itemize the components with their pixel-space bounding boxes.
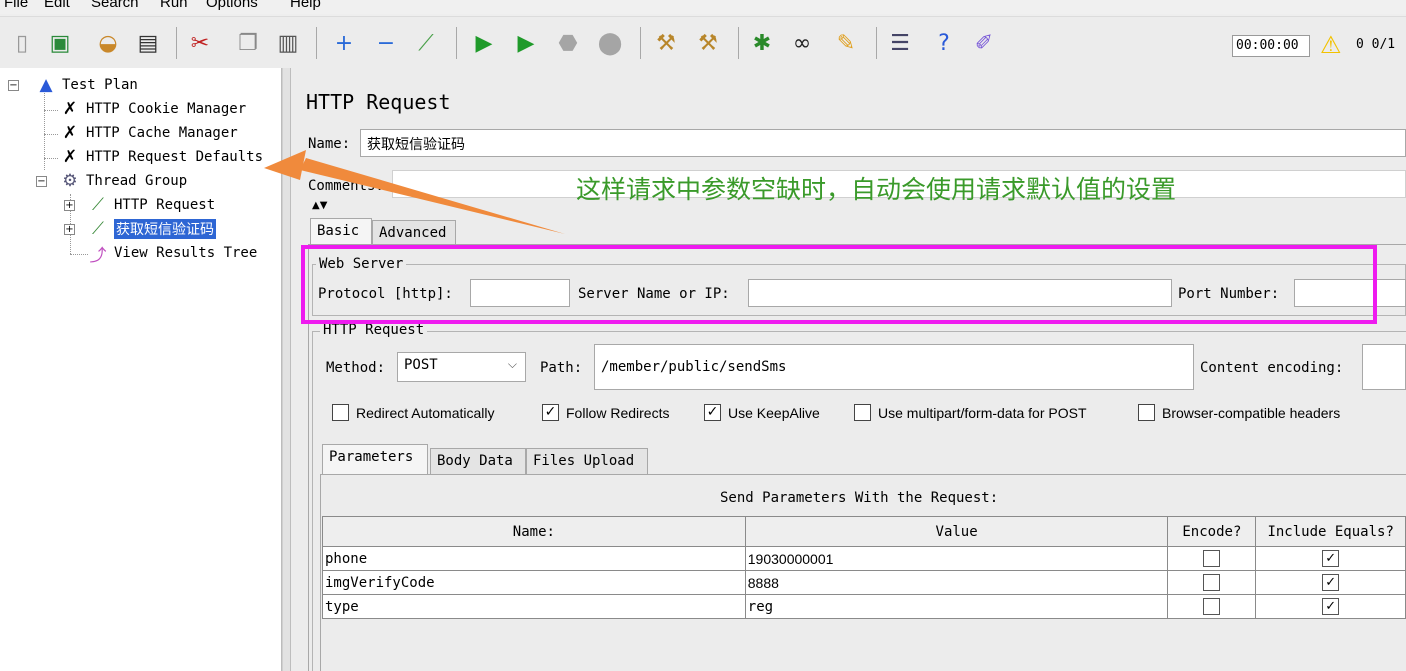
arrow-shaft: [300, 158, 565, 234]
annotation-arrow: [264, 150, 565, 234]
arrow-head: [264, 150, 306, 180]
annotation-note: 这样请求中参数空缺时，自动会使用请求默认值的设置: [576, 175, 1177, 204]
